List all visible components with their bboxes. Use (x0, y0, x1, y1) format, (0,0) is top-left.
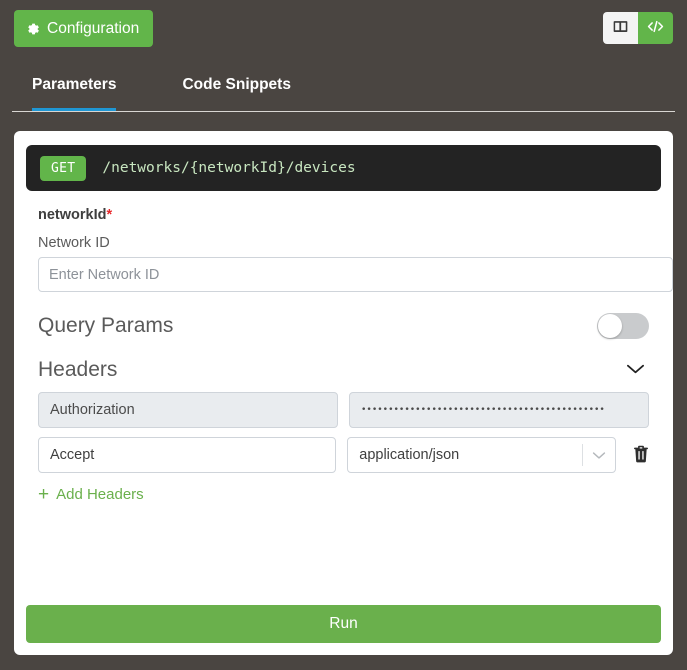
view-toggle-group[interactable] (603, 12, 673, 44)
code-brackets-icon (646, 19, 665, 37)
required-asterisk: * (106, 207, 113, 223)
query-params-section: Query Params (38, 304, 649, 348)
network-id-input[interactable] (38, 257, 673, 292)
query-params-title: Query Params (38, 314, 174, 337)
delete-header-button[interactable] (633, 445, 649, 466)
header-key-authorization[interactable] (38, 392, 338, 428)
header-key-accept[interactable] (38, 437, 337, 473)
header-value-authorization-masked[interactable]: ••••••••••••••••••••••••••••••••••••••••… (349, 392, 649, 428)
split-view-button[interactable] (603, 12, 638, 44)
path-param-name-text: networkId (38, 207, 107, 223)
configuration-button[interactable]: Configuration (14, 10, 154, 47)
tab-divider (12, 111, 675, 112)
parameters-card: GET /networks/{networkId}/devices networ… (14, 131, 673, 655)
table-row: application/json (38, 437, 649, 473)
tab-code-snippets-label: Code Snippets (182, 76, 291, 93)
trash-icon (633, 445, 649, 466)
table-row: ••••••••••••••••••••••••••••••••••••••••… (38, 392, 649, 428)
tab-bar: Parameters Code Snippets (0, 58, 687, 120)
chevron-down-icon[interactable] (583, 451, 615, 460)
network-id-label: Network ID (38, 235, 110, 251)
headers-collapse-button[interactable] (622, 363, 649, 378)
panel-layout-icon (613, 19, 628, 37)
http-method-badge: GET (40, 155, 87, 181)
run-button[interactable]: Run (26, 605, 661, 643)
endpoint-path: /networks/{networkId}/devices (102, 160, 356, 176)
path-param-name: networkId* (38, 207, 661, 223)
add-headers-label: Add Headers (56, 486, 144, 503)
query-params-toggle[interactable] (597, 313, 649, 339)
top-bar: Configuration (0, 0, 687, 58)
plus-icon: + (38, 484, 50, 505)
headers-title: Headers (38, 358, 118, 381)
headers-section-header[interactable]: Headers (38, 348, 649, 392)
gear-icon (26, 22, 40, 36)
configuration-button-label: Configuration (47, 19, 140, 37)
header-value-accept-text: application/json (359, 447, 460, 463)
add-headers-link[interactable]: + Add Headers (38, 485, 144, 504)
tab-parameters-label: Parameters (32, 76, 117, 93)
endpoint-bar: GET /networks/{networkId}/devices (26, 145, 661, 191)
code-view-button[interactable] (638, 12, 673, 44)
toggle-knob (598, 314, 622, 338)
chevron-down-icon (626, 363, 645, 378)
header-value-accept-select[interactable]: application/json (347, 437, 616, 473)
